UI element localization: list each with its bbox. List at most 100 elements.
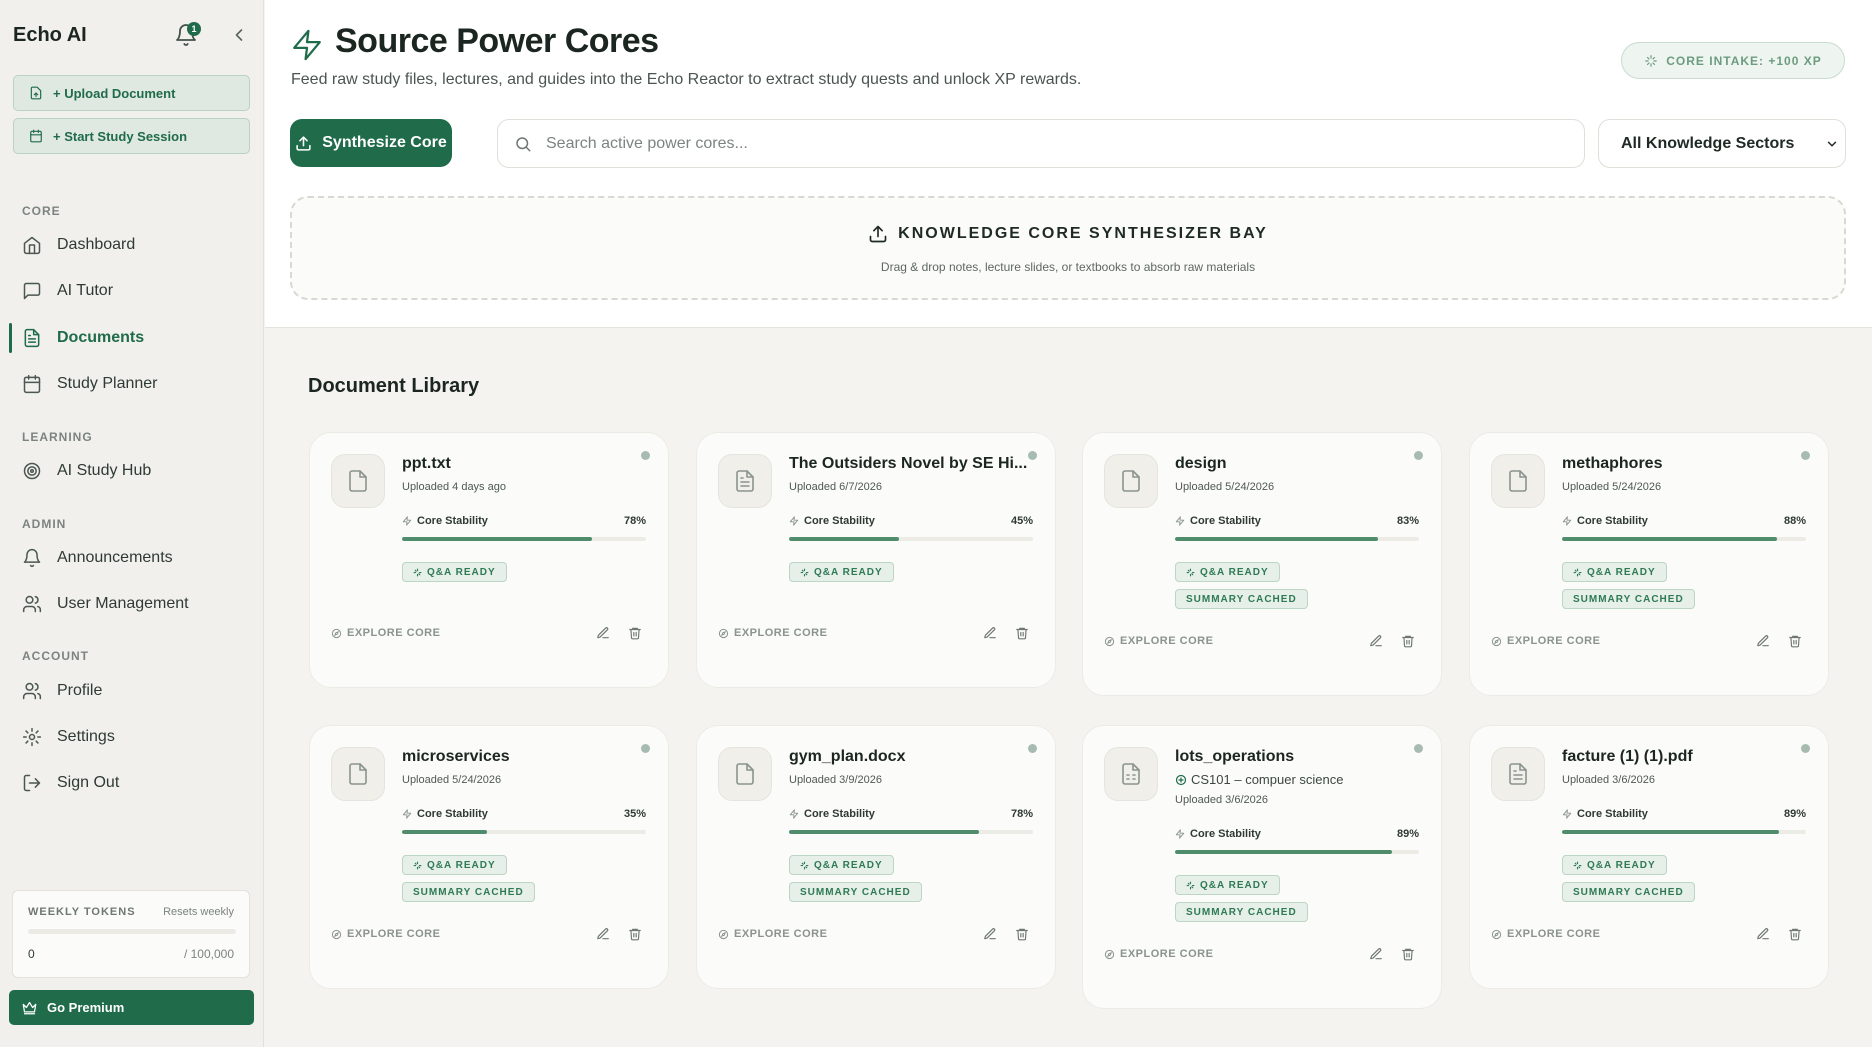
- summary-cached-text: SUMMARY CACHED: [1186, 593, 1297, 605]
- trash-icon[interactable]: [628, 626, 642, 640]
- trash-icon[interactable]: [1015, 626, 1029, 640]
- document-name[interactable]: The Outsiders Novel by SE Hi...: [789, 455, 1039, 473]
- edit-icon[interactable]: [983, 927, 997, 941]
- qa-ready-badge: Q&A READY: [402, 855, 507, 875]
- sparkle-icon: [413, 861, 422, 870]
- brand-logo[interactable]: Echo AI: [13, 24, 87, 47]
- knowledge-sector-select[interactable]: All Knowledge Sectors: [1598, 119, 1846, 168]
- trash-icon[interactable]: [1788, 634, 1802, 648]
- core-stability-fill: [1175, 850, 1393, 854]
- document-card[interactable]: lots_operations CS101 – compuer science Up…: [1082, 725, 1442, 1009]
- sidebar-item-ai-tutor[interactable]: AI Tutor: [10, 272, 254, 310]
- section-label-core: CORE: [22, 204, 61, 218]
- sidebar-item-label: AI Tutor: [57, 282, 114, 299]
- edit-icon[interactable]: [1369, 634, 1383, 648]
- core-stability-label: Core Stability: [789, 808, 1033, 820]
- sidebar-item-user-management[interactable]: User Management: [10, 585, 254, 623]
- document-name[interactable]: methaphores: [1562, 455, 1812, 473]
- core-stability-fill: [402, 830, 488, 834]
- explore-core-text: EXPLORE CORE: [347, 627, 441, 639]
- sidebar-item-settings[interactable]: Settings: [10, 718, 254, 756]
- sidebar-item-profile[interactable]: Profile: [10, 672, 254, 710]
- explore-core-link[interactable]: EXPLORE CORE: [1491, 928, 1600, 940]
- sidebar-item-ai-study-hub[interactable]: AI Study Hub: [10, 452, 254, 490]
- qa-ready-badge: Q&A READY: [1562, 562, 1667, 582]
- qa-ready-text: Q&A READY: [814, 566, 883, 578]
- explore-core-link[interactable]: EXPLORE CORE: [1491, 635, 1600, 647]
- sparkle-icon: [1186, 881, 1195, 890]
- explore-core-link[interactable]: EXPLORE CORE: [718, 928, 827, 940]
- explore-core-link[interactable]: EXPLORE CORE: [331, 928, 440, 940]
- core-stability-fill: [402, 537, 593, 541]
- search-input[interactable]: [546, 134, 1446, 153]
- trash-icon[interactable]: [1401, 947, 1415, 961]
- sidebar-item-sign-out[interactable]: Sign Out: [10, 764, 254, 802]
- edit-icon[interactable]: [1756, 634, 1770, 648]
- document-card[interactable]: methaphores Uploaded 5/24/2026 Core Stabil…: [1469, 432, 1829, 696]
- document-name[interactable]: gym_plan.docx: [789, 748, 1039, 766]
- core-stability: Core Stability 88%: [1562, 515, 1806, 541]
- summary-cached-badge: SUMMARY CACHED: [1175, 902, 1308, 922]
- core-stability-label: Core Stability: [1175, 515, 1419, 527]
- core-stability-percent: 78%: [623, 515, 646, 527]
- sparkle-icon: [800, 861, 809, 870]
- document-name[interactable]: design: [1175, 455, 1425, 473]
- document-name[interactable]: microservices: [402, 748, 652, 766]
- document-name[interactable]: facture (1) (1).pdf: [1562, 748, 1812, 766]
- synthesizer-dropzone[interactable]: KNOWLEDGE CORE SYNTHESIZER BAY Drag & dr…: [290, 196, 1846, 300]
- explore-core-link[interactable]: EXPLORE CORE: [331, 627, 440, 639]
- upload-date: Uploaded 5/24/2026: [402, 774, 502, 786]
- trash-icon[interactable]: [1788, 927, 1802, 941]
- document-name[interactable]: lots_operations: [1175, 748, 1425, 766]
- explore-core-link[interactable]: EXPLORE CORE: [1104, 948, 1213, 960]
- lightning-icon: [402, 516, 412, 526]
- document-card[interactable]: ppt.txt Uploaded 4 days ago Core Stability…: [309, 432, 669, 688]
- weekly-tokens-panel: WEEKLY TOKENS Resets weekly 0 / 100,000: [12, 890, 250, 978]
- sidebar-item-label: Documents: [57, 329, 145, 346]
- document-card[interactable]: gym_plan.docx Uploaded 3/9/2026 Core Stabi…: [696, 725, 1056, 989]
- sidebar-header: Echo AI 1: [13, 20, 251, 50]
- calendar-icon: [22, 374, 42, 394]
- synthesize-core-button[interactable]: Synthesize Core: [290, 119, 452, 167]
- sidebar-item-label: Settings: [57, 728, 115, 745]
- document-card[interactable]: The Outsiders Novel by SE Hi... Uploaded …: [696, 432, 1056, 688]
- document-card[interactable]: design Uploaded 5/24/2026 Core Stability 83…: [1082, 432, 1442, 696]
- sidebar-item-documents[interactable]: Documents: [9, 319, 254, 357]
- edit-icon[interactable]: [1756, 927, 1770, 941]
- edit-icon[interactable]: [983, 626, 997, 640]
- file-sheet-icon: [1104, 747, 1158, 801]
- sidebar-item-study-planner[interactable]: Study Planner: [10, 365, 254, 403]
- go-premium-button[interactable]: Go Premium: [9, 990, 254, 1025]
- sparkle-icon: [1573, 568, 1582, 577]
- core-stability-label: Core Stability: [1175, 828, 1419, 840]
- tokens-limit: / 100,000: [183, 947, 234, 961]
- compass-icon: [1104, 949, 1115, 960]
- edit-icon[interactable]: [1369, 947, 1383, 961]
- explore-core-link[interactable]: EXPLORE CORE: [718, 627, 827, 639]
- document-card[interactable]: facture (1) (1).pdf Uploaded 3/6/2026 Core…: [1469, 725, 1829, 989]
- core-stability: Core Stability 35%: [402, 808, 646, 834]
- compass-icon: [1104, 636, 1115, 647]
- core-stability-bar: [402, 537, 646, 541]
- trash-icon[interactable]: [1015, 927, 1029, 941]
- document-card[interactable]: microservices Uploaded 5/24/2026 Core Stab…: [309, 725, 669, 989]
- home-icon: [22, 235, 42, 255]
- upload-date: Uploaded 5/24/2026: [1175, 481, 1275, 493]
- edit-icon[interactable]: [596, 927, 610, 941]
- sidebar-item-announcements[interactable]: Announcements: [10, 539, 254, 577]
- core-stability-label: Core Stability: [789, 515, 1033, 527]
- start-study-session-button[interactable]: + Start Study Session: [13, 118, 250, 154]
- edit-icon[interactable]: [596, 626, 610, 640]
- chevron-left-icon[interactable]: [229, 25, 249, 45]
- sparkle-icon: [1186, 568, 1195, 577]
- file-icon: [1104, 454, 1158, 508]
- file-text-icon: [1491, 747, 1545, 801]
- explore-core-link[interactable]: EXPLORE CORE: [1104, 635, 1213, 647]
- upload-document-button[interactable]: + Upload Document: [13, 75, 250, 111]
- calendar-plus-icon: [29, 129, 43, 143]
- document-name[interactable]: ppt.txt: [402, 455, 652, 473]
- trash-icon[interactable]: [628, 927, 642, 941]
- page-header: Source Power Cores Feed raw study files,…: [265, 0, 1872, 328]
- sidebar-item-dashboard[interactable]: Dashboard: [10, 226, 254, 264]
- trash-icon[interactable]: [1401, 634, 1415, 648]
